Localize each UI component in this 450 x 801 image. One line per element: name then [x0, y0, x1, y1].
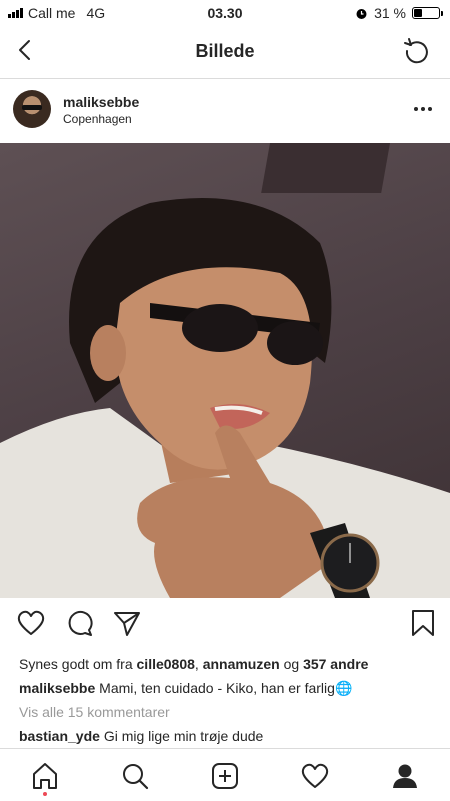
likes-line: Synes godt om fra cille0808, annamuzen o…: [19, 656, 368, 672]
battery-icon: [412, 7, 443, 19]
battery-percent: 31 %: [374, 5, 406, 21]
heart-icon[interactable]: [16, 608, 46, 638]
battery-fill: [414, 9, 423, 17]
comment-icon[interactable]: [64, 608, 94, 638]
likes-prefix: Synes godt om fra: [19, 656, 137, 672]
post-header: maliksebbe Copenhagen: [0, 79, 450, 143]
post-photo[interactable]: [0, 143, 450, 598]
likes-separator: ,: [194, 656, 203, 672]
caption: maliksebbe Mami, ten cuidado - Kiko, han…: [19, 680, 439, 697]
view-all-comments-link[interactable]: Vis alle 15 kommentarer: [19, 704, 170, 720]
new-post-icon[interactable]: [210, 761, 240, 791]
caption-text: Mami, ten cuidado - Kiko, han er farlig: [95, 680, 335, 696]
home-icon[interactable]: [30, 761, 60, 791]
likes-conjunction: og: [279, 656, 304, 672]
comment-username[interactable]: bastian_yde: [19, 728, 100, 744]
more-options-icon[interactable]: [414, 107, 432, 111]
status-bar: Call me 4G 03.30 31 %: [0, 0, 450, 26]
bottom-tab-bar: [0, 748, 450, 801]
activity-heart-icon[interactable]: [300, 761, 330, 791]
refresh-icon[interactable]: [402, 36, 432, 66]
bookmark-icon[interactable]: [408, 608, 438, 638]
liker-link-1[interactable]: cille0808: [137, 656, 195, 672]
post-username[interactable]: maliksebbe: [63, 94, 139, 110]
portrait-illustration: [0, 143, 450, 598]
post-location[interactable]: Copenhagen: [63, 112, 132, 126]
share-icon[interactable]: [112, 608, 142, 638]
caption-username[interactable]: maliksebbe: [19, 680, 95, 696]
alarm-icon: [356, 8, 367, 19]
profile-icon[interactable]: [390, 761, 420, 791]
avatar[interactable]: [13, 90, 51, 128]
page-title: Billede: [195, 41, 255, 61]
comment-row: bastian_yde Gi mig lige min trøje dude: [19, 728, 263, 744]
comment-text: Gi mig lige min trøje dude: [99, 728, 264, 744]
likes-others-link[interactable]: 357 andre: [303, 656, 368, 672]
status-right: 31 %: [355, 5, 443, 21]
notification-dot: [43, 792, 47, 796]
nav-bar: Billede: [0, 26, 450, 79]
globe-emoji: 🌐: [334, 680, 353, 696]
liker-link-2[interactable]: annamuzen: [203, 656, 280, 672]
search-icon[interactable]: [120, 761, 150, 791]
post-actions: [0, 608, 450, 644]
